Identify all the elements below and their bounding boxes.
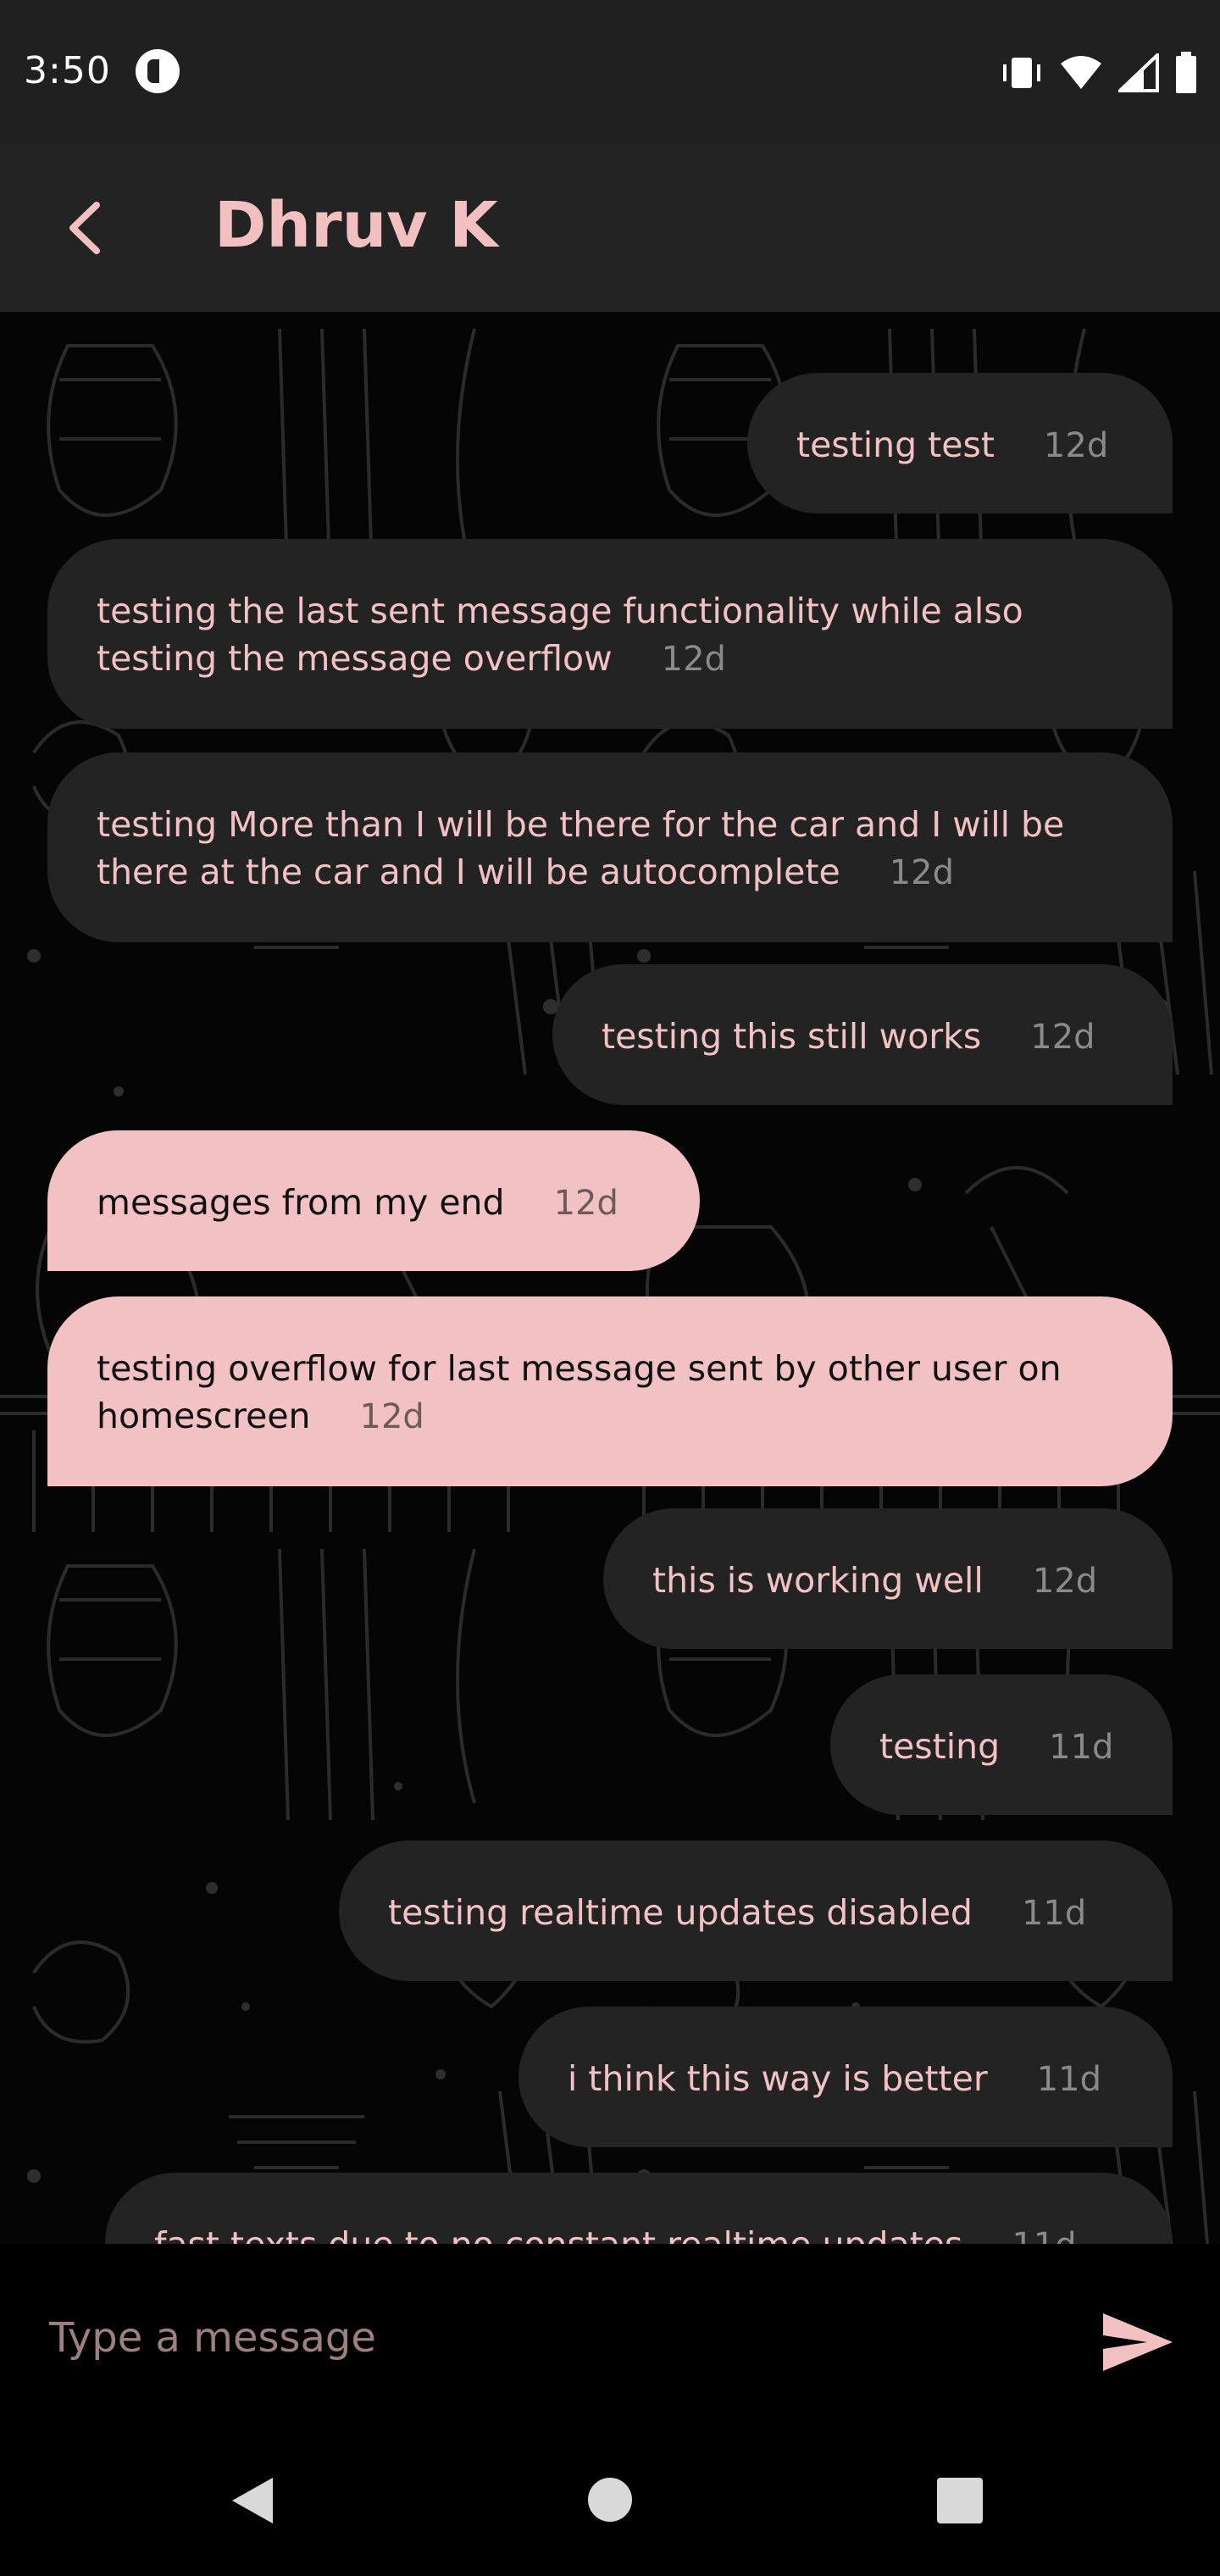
message-text: testing overflow for last message sent b… bbox=[97, 1348, 1062, 1389]
chevron-left-icon[interactable] bbox=[49, 190, 125, 266]
message-timestamp: 11d bbox=[1012, 2226, 1076, 2244]
signal-icon bbox=[1118, 53, 1159, 92]
message-text: there at the car and I will be autocompl… bbox=[97, 852, 840, 892]
message-timestamp: 11d bbox=[1036, 2060, 1102, 2099]
message-text: testing More than I will be there for th… bbox=[97, 804, 1065, 845]
message-timestamp: 12d bbox=[1043, 426, 1109, 465]
message-timestamp: 12d bbox=[889, 853, 954, 892]
contact-name: Dhruv K bbox=[214, 189, 498, 262]
message-text: messages from my end bbox=[97, 1182, 505, 1223]
message-bubble[interactable]: testing More than I will be there for th… bbox=[47, 752, 1173, 942]
message-composer bbox=[0, 2244, 1220, 2423]
message-bubble[interactable]: i think this way is better 11d bbox=[518, 2007, 1173, 2147]
message-bubble[interactable]: testing this still works 12d bbox=[552, 964, 1173, 1105]
message-text: this is working well bbox=[652, 1560, 984, 1601]
message-bubble[interactable]: testing the last sent message functional… bbox=[47, 539, 1173, 729]
message-bubble[interactable]: fast texts due to no constant realtime u… bbox=[105, 2173, 1173, 2244]
message-bubble[interactable]: testing test 12d bbox=[747, 373, 1173, 514]
message-text: testing the message overflow bbox=[97, 638, 613, 679]
message-timestamp: 12d bbox=[1032, 1562, 1098, 1601]
message-timestamp: 11d bbox=[1021, 1894, 1087, 1933]
status-bar: 3:50 bbox=[0, 0, 1220, 144]
nav-back-icon[interactable] bbox=[229, 2474, 276, 2527]
message-text: testing test bbox=[796, 425, 995, 465]
nav-home-icon[interactable] bbox=[588, 2478, 632, 2522]
message-bubble[interactable]: testing overflow for last message sent b… bbox=[47, 1296, 1173, 1486]
battery-icon bbox=[1176, 52, 1196, 93]
message-timestamp: 12d bbox=[661, 640, 726, 679]
app-notification-icon bbox=[136, 49, 180, 93]
message-timestamp: 12d bbox=[359, 1397, 424, 1436]
message-list[interactable]: testing test 12d testing the last sent me… bbox=[0, 312, 1220, 2244]
status-time: 3:50 bbox=[24, 49, 111, 92]
system-navigation-bar bbox=[0, 2423, 1220, 2576]
message-text: testing realtime updates disabled bbox=[388, 1892, 973, 1933]
message-input[interactable] bbox=[47, 2303, 1051, 2373]
chat-header: Dhruv K bbox=[0, 144, 1220, 312]
message-text: testing bbox=[879, 1726, 1001, 1767]
message-text: testing this still works bbox=[602, 1016, 982, 1057]
message-bubble[interactable]: messages from my end 12d bbox=[47, 1130, 700, 1271]
vibrate-icon bbox=[1003, 58, 1040, 88]
status-icons bbox=[1000, 49, 1198, 97]
message-text: fast texts due to no constant realtime u… bbox=[154, 2224, 962, 2244]
message-text: testing the last sent message functional… bbox=[97, 591, 1023, 631]
send-icon[interactable] bbox=[1100, 2310, 1176, 2374]
message-text: homescreen bbox=[97, 1396, 311, 1436]
message-timestamp: 12d bbox=[553, 1184, 618, 1223]
message-bubble[interactable]: testing 11d bbox=[830, 1674, 1173, 1815]
message-bubble[interactable]: testing realtime updates disabled 11d bbox=[339, 1840, 1173, 1981]
message-text: i think this way is better bbox=[568, 2058, 988, 2099]
nav-recents-icon[interactable] bbox=[937, 2478, 983, 2523]
message-timestamp: 12d bbox=[1030, 1018, 1095, 1057]
message-timestamp: 11d bbox=[1049, 1728, 1114, 1767]
wifi-icon bbox=[1061, 56, 1101, 89]
message-bubble[interactable]: this is working well 12d bbox=[603, 1508, 1173, 1649]
